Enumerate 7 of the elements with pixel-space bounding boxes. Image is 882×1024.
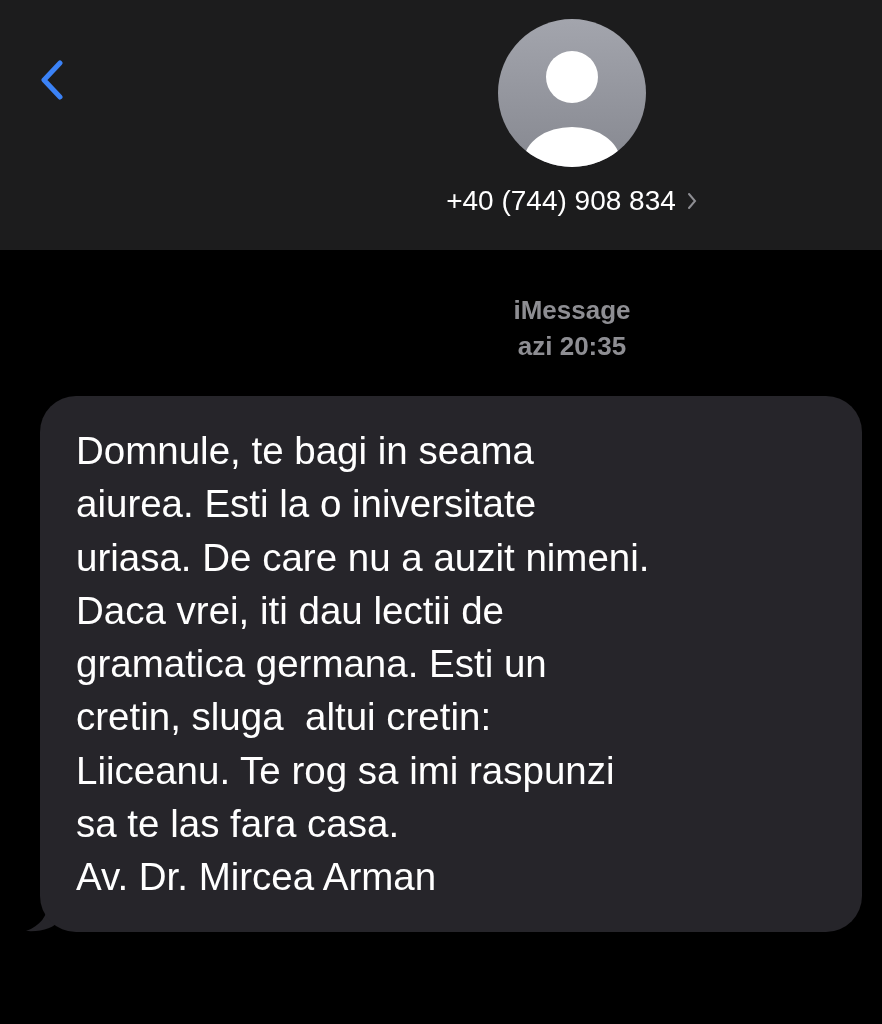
chevron-icon xyxy=(685,191,698,211)
contact-name[interactable]: +40 (744) 908 834 xyxy=(446,185,698,217)
service-label: iMessage xyxy=(512,294,632,327)
timestamp: azi 20:35 xyxy=(516,330,628,363)
avatar-icon[interactable] xyxy=(498,19,646,167)
message-text: Domnule, te bagi in seama aiurea. Esti la o iniversitate uriasa. De care nu a auzit nimeni. Daca vrei, iti dau lectii de gramatica germana. Esti un cretin, sluga altui cretin: Liiceanu. Te rog sa imi raspunzi sa te las fara casa. Av. Dr. Mircea Arman xyxy=(76,428,651,901)
back-icon[interactable] xyxy=(40,60,64,100)
